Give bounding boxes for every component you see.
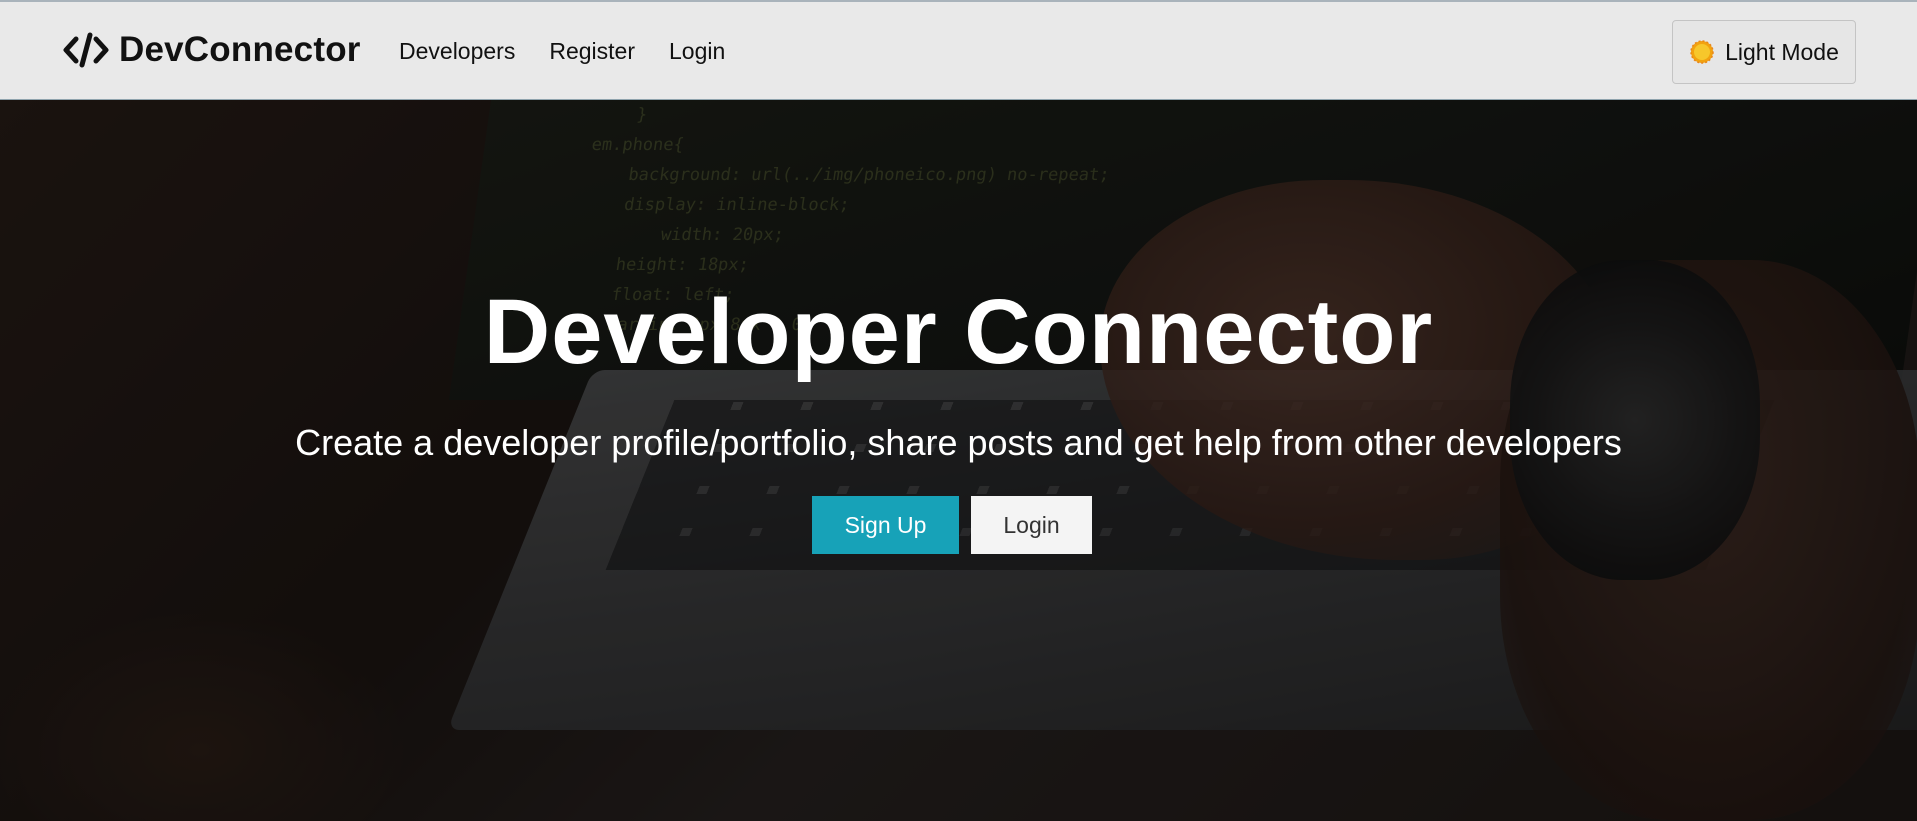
login-button[interactable]: Login xyxy=(971,496,1092,554)
navbar: DevConnector Developers Register Login L… xyxy=(0,0,1917,100)
theme-toggle-label: Light Mode xyxy=(1725,38,1839,65)
hero-subtitle: Create a developer profile/portfolio, sh… xyxy=(295,422,1622,463)
sun-icon xyxy=(1690,40,1714,64)
code-icon xyxy=(63,32,109,68)
brand-name: DevConnector xyxy=(119,30,361,69)
brand-link[interactable]: DevConnector xyxy=(63,30,361,70)
hero-content: Developer Connector Create a developer p… xyxy=(0,100,1917,821)
signup-button[interactable]: Sign Up xyxy=(812,496,959,554)
nav-link-login[interactable]: Login xyxy=(669,38,725,65)
theme-toggle-button[interactable]: Light Mode xyxy=(1672,20,1856,84)
hero-title: Developer Connector xyxy=(483,281,1434,383)
nav-links: Developers Register Login xyxy=(399,38,725,65)
nav-link-register[interactable]: Register xyxy=(549,38,635,65)
hero-section: } em.phone{ background: url(../img/phone… xyxy=(0,100,1917,821)
nav-link-developers[interactable]: Developers xyxy=(399,38,515,65)
hero-buttons: Sign Up Login xyxy=(812,496,1092,554)
